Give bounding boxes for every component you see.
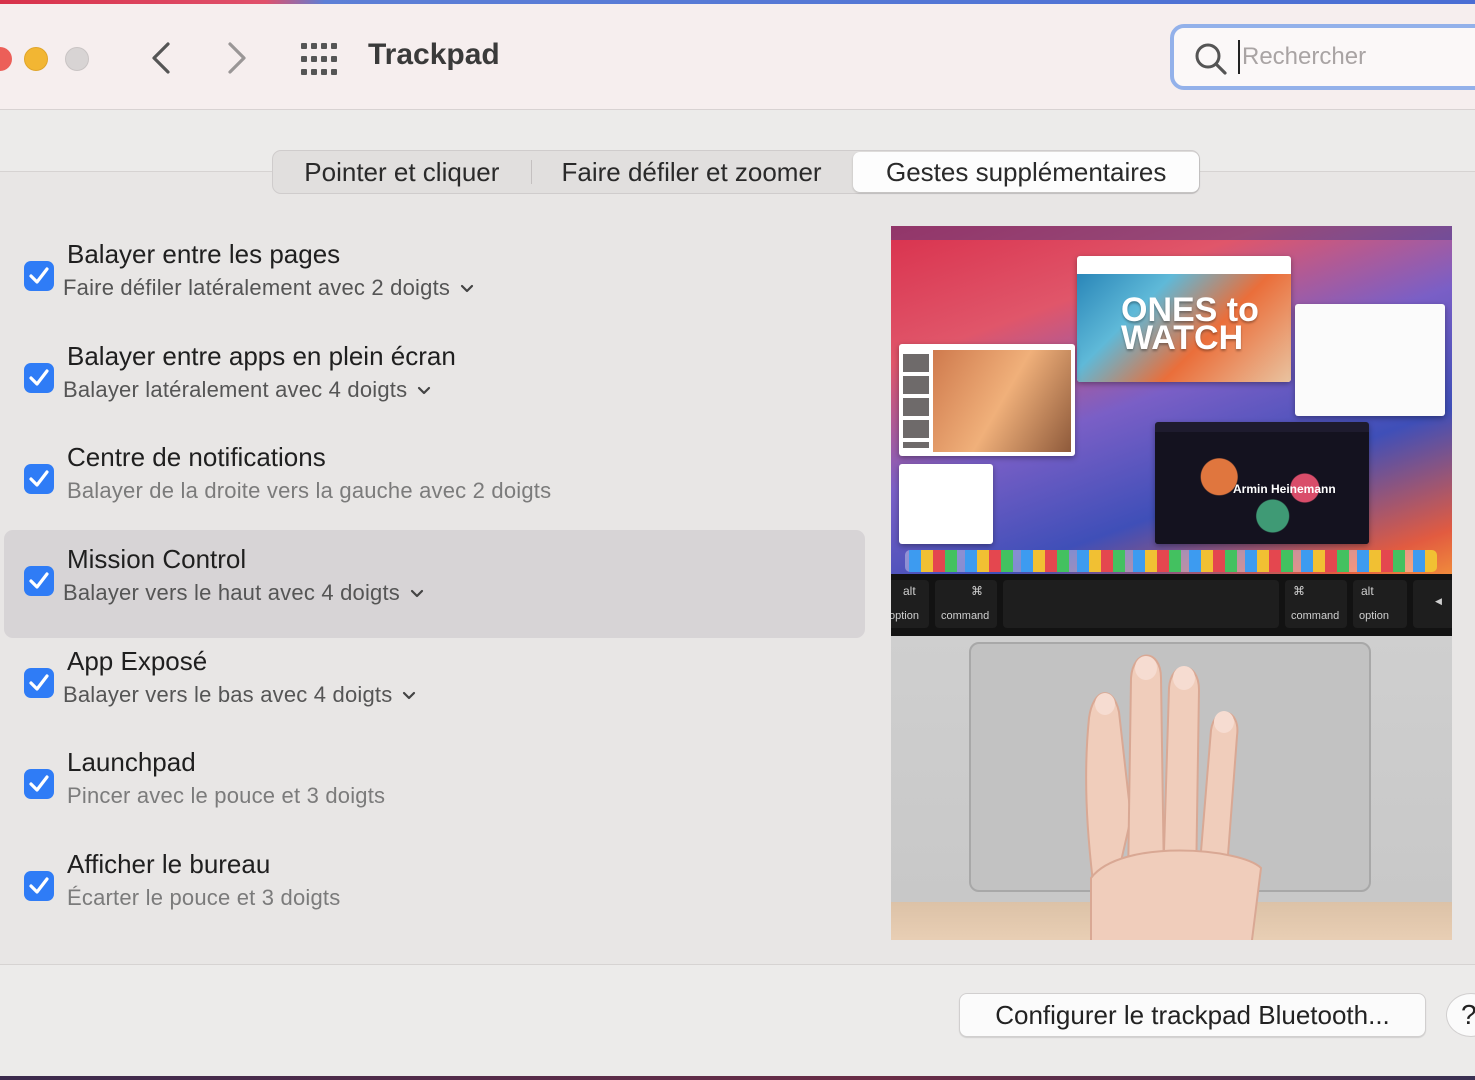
chevron-down-icon	[460, 285, 474, 293]
key-option-left: alt option	[891, 580, 929, 628]
option-launchpad: Launchpad Pincer avec le pouce et 3 doig…	[4, 733, 865, 841]
preview-window-numbers	[1295, 304, 1445, 416]
option-title: App Exposé	[67, 646, 208, 676]
checkmark-icon	[29, 775, 49, 792]
option-app-expose: App Exposé Balayer vers le bas avec 4 do…	[4, 632, 865, 740]
preview-desktop: ONES to WATCH Armin Heinemann	[891, 226, 1452, 574]
option-centre-de-notifications: Centre de notifications Balayer de la dr…	[4, 428, 865, 536]
option-title: Centre de notifications	[67, 442, 326, 472]
minimize-window-button[interactable]	[24, 47, 48, 71]
option-afficher-le-bureau: Afficher le bureau Écarter le pouce et 3…	[4, 835, 865, 943]
option-description: Balayer de la droite vers la gauche avec…	[67, 478, 552, 503]
dropdown-value: Balayer vers le bas avec 4 doigts	[63, 682, 393, 707]
gesture-dropdown[interactable]: Balayer vers le haut avec 4 doigts	[63, 580, 424, 606]
preview-dock	[905, 550, 1437, 572]
dropdown-value: Faire défiler latéralement avec 2 doigts	[63, 275, 451, 300]
preview-window-safari: Armin Heinemann	[1155, 422, 1369, 544]
checkbox-balayer-entre-apps[interactable]	[24, 363, 54, 393]
preview-window-poster: ONES to WATCH	[1077, 256, 1291, 382]
checkmark-icon	[29, 877, 49, 894]
settings-panel: Balayer entre les pages Faire défiler la…	[0, 171, 1475, 965]
key-option-right: alt option	[1353, 580, 1407, 628]
help-button[interactable]: ?	[1446, 993, 1475, 1037]
back-button[interactable]	[146, 38, 176, 78]
chevron-left-icon	[152, 42, 170, 74]
tab-pointer-et-cliquer[interactable]: Pointer et cliquer	[273, 152, 531, 192]
checkmark-icon	[29, 470, 49, 487]
key-command-right: ⌘ command	[1285, 580, 1347, 628]
search-field[interactable]	[1170, 24, 1475, 90]
gesture-dropdown[interactable]: Faire défiler latéralement avec 2 doigts	[63, 275, 474, 301]
search-icon	[1195, 43, 1227, 75]
option-title: Afficher le bureau	[67, 849, 271, 879]
chevron-down-icon	[403, 692, 416, 700]
key-space	[1003, 580, 1279, 628]
checkmark-icon	[29, 267, 49, 284]
checkbox-afficher-le-bureau[interactable]	[24, 871, 54, 901]
key-arrow-left: ◀	[1413, 580, 1452, 628]
preview-menubar	[891, 226, 1452, 240]
option-balayer-entre-pages: Balayer entre les pages Faire défiler la…	[4, 225, 865, 333]
option-description: Pincer avec le pouce et 3 doigts	[67, 783, 386, 808]
forward-button[interactable]	[222, 38, 252, 78]
preview-window-photos	[899, 344, 1075, 456]
chevron-right-icon	[228, 42, 246, 74]
artist-text: Armin Heinemann	[1233, 482, 1336, 496]
toolbar: Trackpad	[0, 4, 1475, 110]
chevron-down-icon	[418, 387, 431, 395]
key-command-left: ⌘ command	[935, 580, 997, 628]
checkbox-app-expose[interactable]	[24, 668, 54, 698]
grid-icon	[301, 43, 337, 75]
preview-trackpad-area	[891, 636, 1452, 940]
tab-faire-defiler-et-zoomer[interactable]: Faire défiler et zoomer	[532, 152, 852, 192]
checkbox-mission-control[interactable]	[24, 566, 54, 596]
option-title: Mission Control	[67, 544, 247, 574]
gesture-dropdown[interactable]: Balayer vers le bas avec 4 doigts	[63, 682, 416, 708]
tab-bar: Pointer et cliquer Faire défiler et zoom…	[272, 150, 1200, 194]
window-title: Trackpad	[368, 38, 500, 71]
configure-bluetooth-trackpad-button[interactable]: Configurer le trackpad Bluetooth...	[959, 993, 1426, 1037]
dropdown-value: Balayer vers le haut avec 4 doigts	[63, 580, 400, 605]
checkmark-icon	[29, 369, 49, 386]
option-mission-control: Mission Control Balayer vers le haut ave…	[4, 530, 865, 638]
gesture-dropdown[interactable]: Balayer latéralement avec 4 doigts	[63, 377, 431, 403]
option-title: Balayer entre apps en plein écran	[67, 341, 456, 371]
option-title: Launchpad	[67, 747, 196, 777]
dropdown-value: Balayer latéralement avec 4 doigts	[63, 377, 408, 402]
checkmark-icon	[29, 674, 49, 691]
checkbox-launchpad[interactable]	[24, 769, 54, 799]
option-title: Balayer entre les pages	[67, 239, 341, 269]
close-window-button[interactable]	[0, 47, 12, 71]
show-all-button[interactable]	[300, 42, 338, 76]
zoom-window-button[interactable]	[65, 47, 89, 71]
hand-illustration	[1085, 654, 1263, 940]
option-description: Écarter le pouce et 3 doigts	[67, 885, 341, 910]
option-balayer-entre-apps: Balayer entre apps en plein écran Balaye…	[4, 327, 865, 435]
checkbox-balayer-entre-pages[interactable]	[24, 261, 54, 291]
checkmark-icon	[29, 572, 49, 589]
chevron-down-icon	[410, 590, 424, 598]
window-bottom-strip	[0, 1076, 1475, 1080]
gesture-preview-video: ONES to WATCH Armin Heinemann alt option …	[891, 226, 1452, 940]
search-input[interactable]	[1238, 40, 1475, 74]
preview-keyboard: alt option ⌘ command ⌘ command alt option ◀	[891, 574, 1452, 636]
checkbox-centre-de-notifications[interactable]	[24, 464, 54, 494]
poster-text: ONES to WATCH	[1121, 291, 1259, 357]
tab-gestes-supplementaires[interactable]: Gestes supplémentaires	[853, 152, 1199, 192]
preview-window-mail	[899, 464, 993, 544]
